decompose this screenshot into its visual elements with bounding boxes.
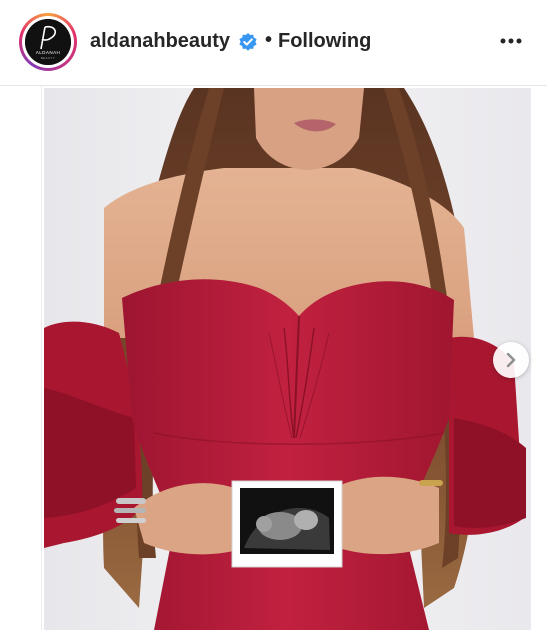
brand-logo: ALDANAH BEAUTY — [25, 19, 71, 65]
post-photo[interactable] — [44, 88, 531, 630]
post-header: ALDANAH BEAUTY aldanahbeauty • Following — [0, 0, 547, 86]
carousel-next-button[interactable] — [493, 342, 529, 378]
svg-text:BEAUTY: BEAUTY — [41, 56, 55, 60]
svg-text:ALDANAH: ALDANAH — [36, 50, 61, 55]
post-left-margin — [0, 86, 42, 630]
following-button[interactable]: Following — [278, 30, 371, 53]
separator-dot: • — [265, 29, 273, 51]
username-link[interactable]: aldanahbeauty — [90, 30, 230, 53]
more-options-icon[interactable] — [496, 28, 526, 52]
avatar[interactable]: ALDANAH BEAUTY — [22, 16, 74, 68]
verified-badge-icon — [238, 32, 258, 52]
story-ring[interactable]: ALDANAH BEAUTY — [19, 13, 77, 71]
chevron-right-icon — [506, 352, 516, 368]
